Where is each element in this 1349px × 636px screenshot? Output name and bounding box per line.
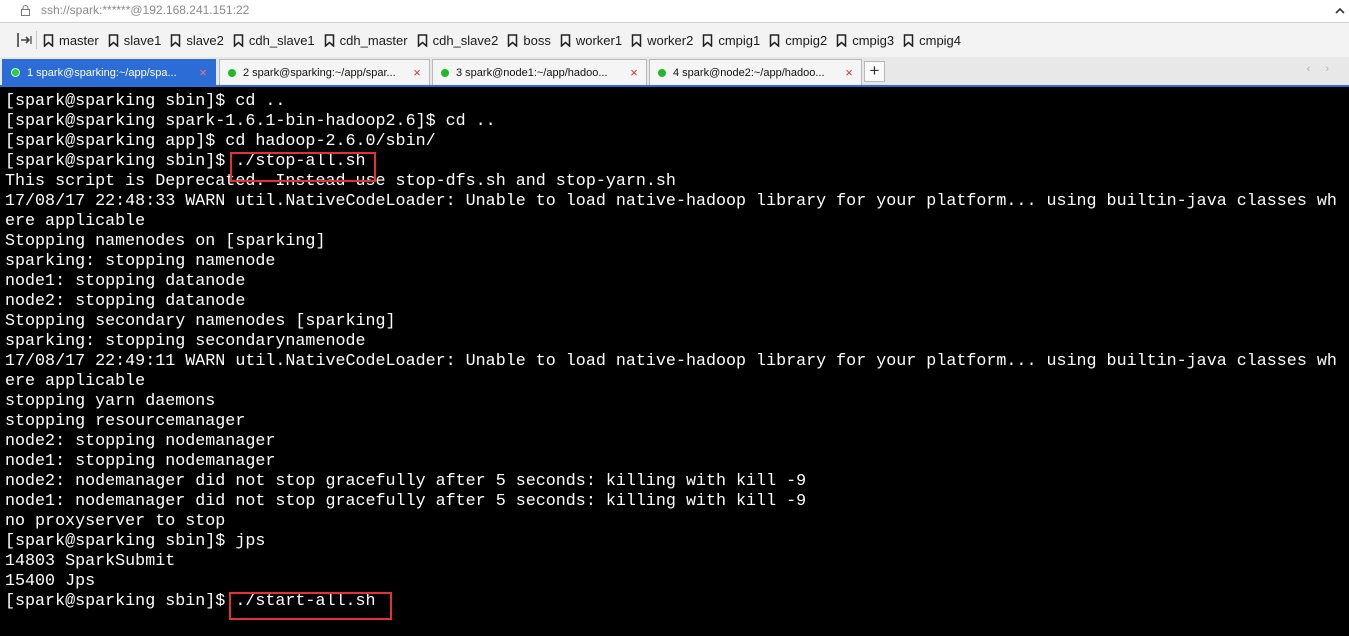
bookmark-item[interactable]: cdh_master	[324, 33, 408, 48]
tab-3[interactable]: 3 spark@node1:~/app/hadoo... ×	[432, 59, 647, 85]
terminal-line: [spark@sparking app]$ cd hadoop-2.6.0/sb…	[5, 132, 436, 151]
tab-label: 1 spark@sparking:~/app/spa...	[27, 66, 177, 79]
tab-label: 2 spark@sparking:~/app/spar...	[243, 66, 396, 79]
bookmark-label: cmpig3	[852, 32, 895, 48]
bookmark-item[interactable]: cdh_slave2	[417, 32, 499, 48]
bookmark-icon	[417, 33, 427, 47]
bookmark-icon	[108, 33, 118, 47]
terminal-line: node1: stopping nodemanager	[5, 452, 276, 471]
tab-scroll-arrows[interactable]: ‹ ›	[1307, 63, 1335, 75]
tab-1[interactable]: 1 spark@sparking:~/app/spa... ×	[2, 59, 216, 85]
terminal-line: sparking: stopping namenode	[5, 252, 276, 271]
terminal-line: Stopping namenodes on [sparking]	[5, 232, 326, 251]
bookmark-item[interactable]: boss	[507, 32, 551, 48]
close-icon[interactable]: ×	[628, 66, 640, 79]
bookmarks-bar: master slave1 slave2 cdh_slave1 cdh_master cd…	[0, 23, 1349, 57]
terminal-line: ere applicable	[5, 212, 146, 231]
bookmark-icon	[508, 33, 518, 47]
terminal-line: stopping yarn daemons	[5, 392, 216, 411]
bookmark-item[interactable]: cmpig1	[702, 33, 760, 48]
tab-2[interactable]: 2 spark@sparking:~/app/spar... ×	[219, 59, 430, 85]
highlight-stop-all	[230, 152, 376, 182]
bookmark-label: cmpig4	[919, 32, 962, 48]
connected-status-icon	[11, 68, 20, 77]
bookmark-label: slave2	[186, 32, 224, 48]
bookmark-label: boss	[523, 32, 551, 48]
terminal-line: stopping resourcemanager	[5, 412, 246, 431]
bookmark-icon	[43, 33, 54, 47]
bookmark-label: cdh_slave2	[432, 32, 499, 48]
tab-4[interactable]: 4 spark@node2:~/app/hadoo... ×	[649, 59, 862, 85]
terminal-line: 15400 Jps	[5, 572, 96, 591]
bookmark-item[interactable]: cmpig2	[769, 33, 827, 48]
connected-status-icon	[441, 68, 449, 77]
lock-icon	[21, 5, 30, 16]
bookmark-item[interactable]: slave2	[170, 33, 224, 48]
close-icon[interactable]: ×	[411, 66, 423, 79]
terminal-line: node2: stopping nodemanager	[5, 432, 276, 451]
bookmark-list: master slave1 slave2 cdh_slave1 cdh_master cd…	[43, 23, 970, 57]
bookmark-item[interactable]: master	[43, 33, 99, 48]
tab-label: 3 spark@node1:~/app/hadoo...	[456, 66, 608, 79]
bookmark-item[interactable]: cmpig4	[903, 33, 961, 48]
bookmark-label: cdh_slave1	[248, 32, 315, 48]
terminal-line: sparking: stopping secondarynamenode	[5, 332, 366, 351]
bookmark-label: cmpig1	[718, 32, 761, 48]
highlight-start-all	[229, 592, 392, 620]
tab-label: 4 spark@node2:~/app/hadoo...	[673, 66, 825, 79]
connected-status-icon	[658, 68, 666, 77]
bookmark-label: cdh_master	[339, 32, 408, 48]
bookmark-item[interactable]: slave1	[108, 32, 162, 48]
connected-status-icon	[228, 68, 236, 77]
bookmark-icon	[703, 33, 713, 47]
bookmark-label: slave1	[123, 32, 162, 48]
bookmark-icon	[233, 33, 244, 47]
terminal-line: 14803 SparkSubmit	[5, 552, 176, 571]
terminal-output[interactable]: [spark@sparking sbin]$ cd .. [spark@spark…	[0, 87, 1349, 636]
bookmark-label: master	[59, 32, 99, 48]
bookmark-icon	[770, 33, 780, 47]
close-icon[interactable]: ×	[843, 66, 855, 79]
collapse-up-icon[interactable]	[1334, 5, 1346, 17]
terminal-line: 17/08/17 22:48:33 WARN util.NativeCodeLo…	[5, 192, 1337, 211]
bookmark-label: cmpig2	[785, 32, 828, 48]
bookmark-label: worker1	[575, 32, 623, 48]
bookmark-item[interactable]: cdh_slave1	[233, 33, 315, 48]
bookmark-item[interactable]: worker2	[631, 33, 693, 48]
terminal-line: Stopping secondary namenodes [sparking]	[5, 312, 396, 331]
bookmark-icon	[560, 33, 571, 47]
bookmark-item[interactable]: cmpig3	[836, 33, 894, 48]
bookmark-item[interactable]: worker1	[560, 33, 622, 48]
terminal-line: node2: stopping datanode	[5, 292, 246, 311]
bookmark-icon	[836, 33, 847, 47]
terminal-line: node1: nodemanager did not stop graceful…	[5, 492, 807, 511]
terminal-line: [spark@sparking sbin]$ cd ..	[5, 92, 286, 111]
address-url[interactable]: ssh://spark:******@192.168.241.151:22	[41, 3, 249, 17]
terminal-line: 17/08/17 22:49:11 WARN util.NativeCodeLo…	[5, 352, 1337, 371]
terminal-line: node1: stopping datanode	[5, 272, 246, 291]
bookmark-icon	[631, 33, 642, 47]
terminal-line: node2: nodemanager did not stop graceful…	[5, 472, 807, 491]
terminal-line: [spark@sparking spark-1.6.1-bin-hadoop2.…	[5, 112, 496, 131]
bookmark-label: worker2	[647, 32, 694, 48]
new-session-icon[interactable]	[16, 32, 34, 48]
address-bar[interactable]: ssh://spark:******@192.168.241.151:22	[0, 0, 1349, 23]
bookmark-icon	[171, 33, 181, 47]
close-icon[interactable]: ×	[197, 66, 209, 79]
bookmark-icon	[903, 33, 914, 47]
bookmark-icon	[324, 33, 334, 47]
terminal-line: [spark@sparking sbin]$ jps	[5, 532, 266, 551]
terminal-line: ere applicable	[5, 372, 146, 391]
bookmarks-divider	[36, 31, 37, 49]
tab-bar: 1 spark@sparking:~/app/spa... × 2 spark@…	[0, 57, 1349, 87]
terminal-line: no proxyserver to stop	[5, 512, 226, 531]
new-tab-button[interactable]: +	[864, 61, 885, 82]
